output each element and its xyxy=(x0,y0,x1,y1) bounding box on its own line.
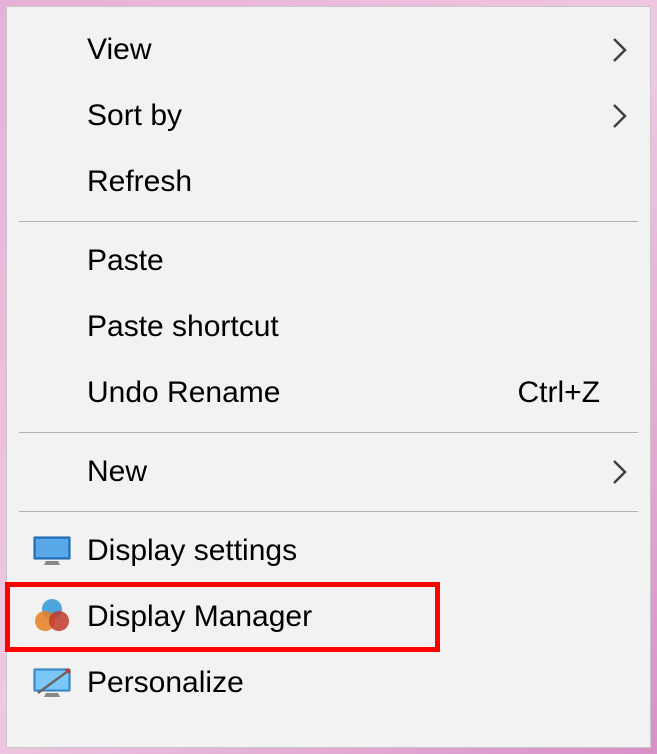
menu-item-sort-by[interactable]: Sort by xyxy=(7,83,650,149)
menu-label: New xyxy=(87,455,610,489)
menu-item-personalize[interactable]: Personalize xyxy=(7,650,650,716)
menu-item-refresh[interactable]: Refresh xyxy=(7,149,650,215)
menu-item-paste-shortcut[interactable]: Paste shortcut xyxy=(7,294,650,360)
menu-label: Sort by xyxy=(87,99,610,133)
menu-label: Paste xyxy=(87,244,610,278)
personalize-icon xyxy=(17,667,87,699)
menu-label: Undo Rename xyxy=(87,376,518,410)
chevron-right-icon xyxy=(610,102,630,130)
chevron-right-icon xyxy=(610,458,630,486)
menu-item-new[interactable]: New xyxy=(7,439,650,505)
menu-item-display-manager[interactable]: Display Manager xyxy=(7,584,650,650)
menu-separator xyxy=(19,221,638,222)
menu-shortcut: Ctrl+Z xyxy=(518,376,601,410)
menu-separator xyxy=(19,432,638,433)
menu-label: View xyxy=(87,33,610,67)
menu-item-paste[interactable]: Paste xyxy=(7,228,650,294)
menu-item-display-settings[interactable]: Display settings xyxy=(7,518,650,584)
menu-separator xyxy=(19,511,638,512)
menu-label: Display settings xyxy=(87,534,610,568)
menu-label: Personalize xyxy=(87,666,610,700)
menu-item-view[interactable]: View xyxy=(7,17,650,83)
menu-item-undo-rename[interactable]: Undo Rename Ctrl+Z xyxy=(7,360,650,426)
desktop-context-menu: View Sort by Refresh Paste Paste shortcu… xyxy=(6,6,651,748)
color-circles-icon xyxy=(17,597,87,637)
chevron-right-icon xyxy=(610,36,630,64)
menu-label: Refresh xyxy=(87,165,610,199)
monitor-icon xyxy=(17,535,87,567)
menu-label: Display Manager xyxy=(87,600,610,634)
menu-label: Paste shortcut xyxy=(87,310,610,344)
